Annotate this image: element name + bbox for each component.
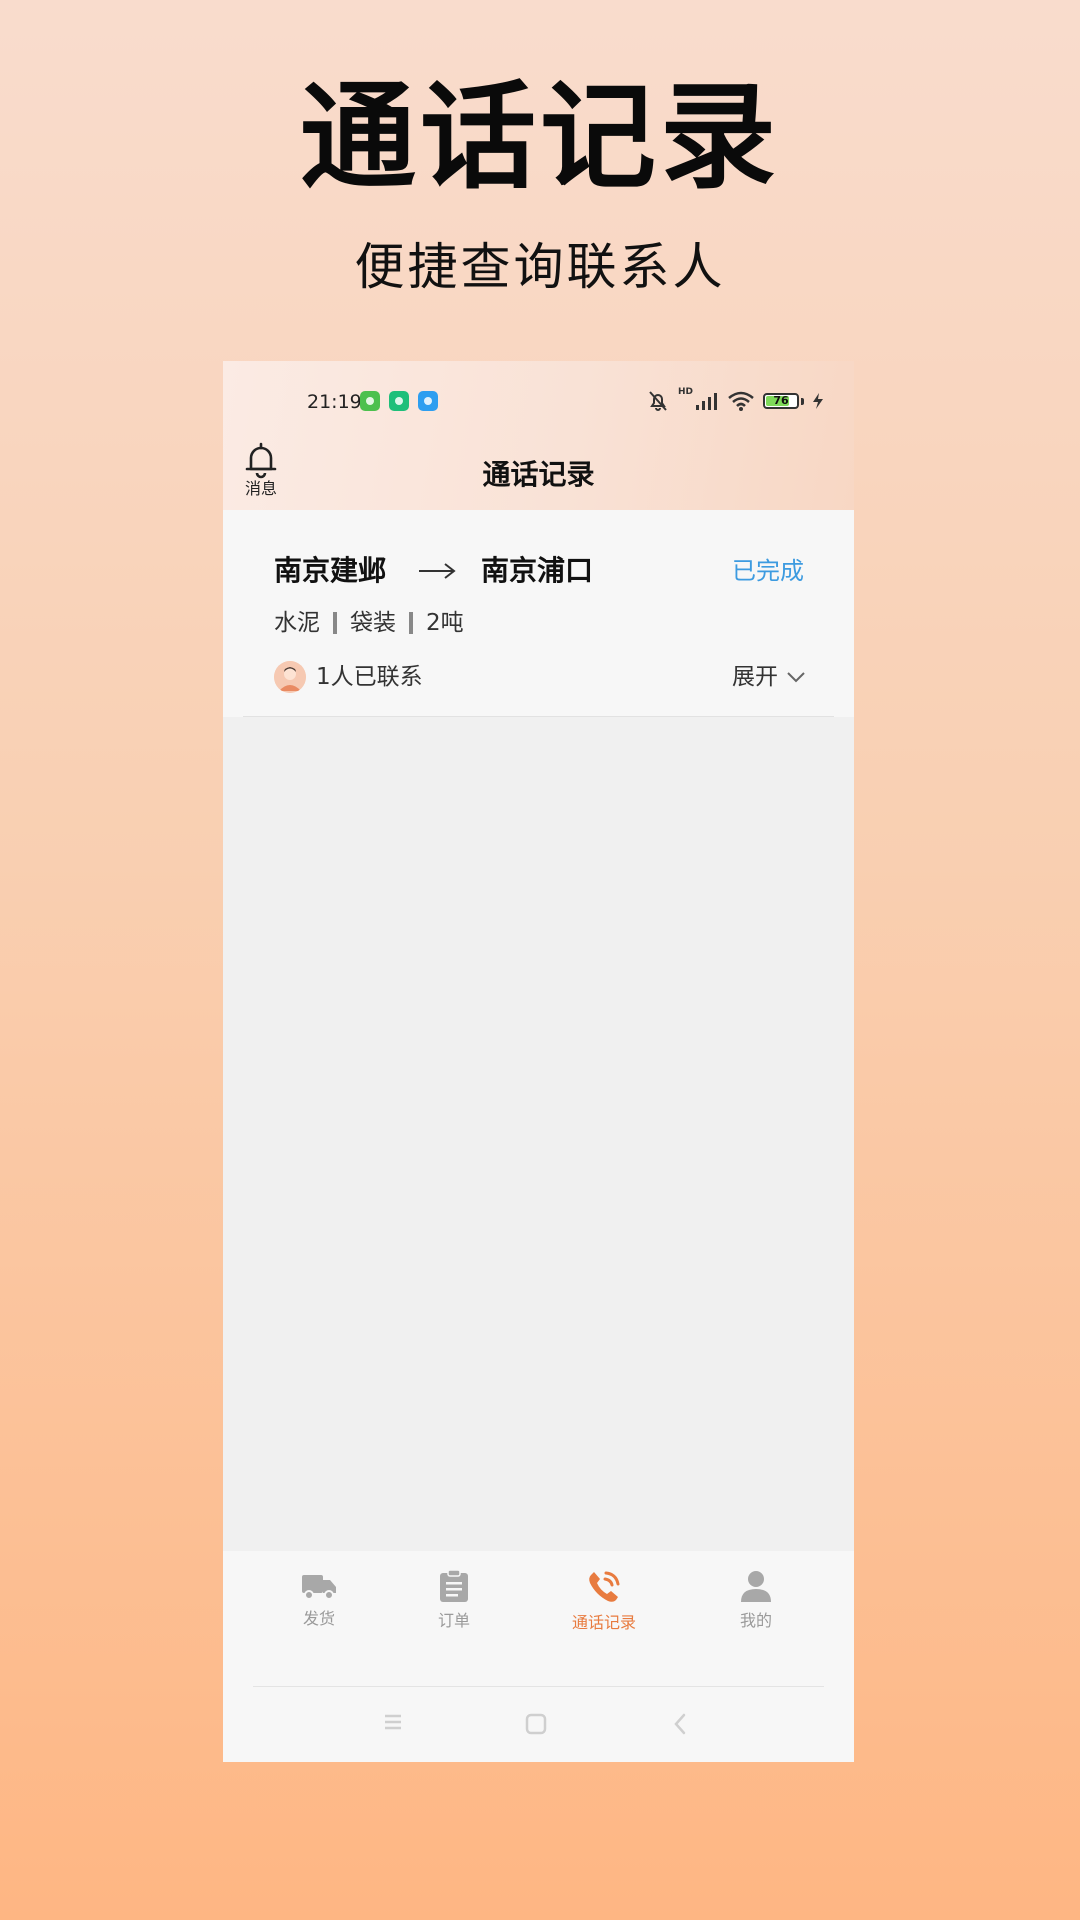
promo-title: 通话记录 — [300, 70, 780, 205]
battery-icon: 76 — [763, 393, 799, 409]
truck-icon — [302, 1575, 336, 1600]
arrow-right-icon — [419, 563, 456, 579]
cargo-type: 水泥 — [274, 610, 320, 636]
hd-label: HD — [677, 387, 693, 397]
cargo-weight: 2吨 — [426, 610, 464, 636]
mute-bell-icon — [649, 391, 667, 411]
tab-mine[interactable]: 我的 — [701, 1569, 811, 1649]
tab-mine-label: 我的 — [739, 1611, 772, 1630]
expand-button[interactable]: 展开 — [732, 660, 806, 694]
tab-call-records-label: 通话记录 — [571, 1613, 636, 1632]
driver-avatar-icon — [274, 661, 306, 693]
divider — [243, 716, 834, 717]
tab-ship[interactable]: 发货 — [264, 1569, 374, 1649]
battery-level: 76 — [773, 394, 789, 407]
divider — [253, 1686, 824, 1687]
phone-screen: 21:19 HD 76 消息 通话记录 南京建邺 南京浦口 已完成 水泥 袋装 … — [223, 361, 854, 1762]
status-badge: 已完成 — [732, 557, 804, 585]
status-icons: HD 76 — [646, 387, 824, 415]
security-app-icon — [389, 391, 409, 411]
home-icon[interactable] — [525, 1713, 547, 1735]
divider — [409, 612, 413, 634]
route-destination: 南京浦口 — [481, 554, 594, 587]
wifi-icon — [728, 391, 754, 411]
contacts-summary: 1人已联系 — [274, 660, 423, 694]
order-card[interactable]: 南京建邺 南京浦口 已完成 水泥 袋装 2吨 1人已联系 展开 — [223, 510, 854, 717]
charging-icon — [813, 393, 823, 409]
chat-app-icon — [418, 391, 438, 411]
avatar — [274, 661, 306, 693]
route-origin: 南京建邺 — [274, 554, 387, 587]
battery-tip — [801, 397, 804, 405]
status-time: 21:19 — [307, 391, 362, 413]
menu-icon[interactable] — [383, 1713, 403, 1731]
clipboard-icon — [440, 1569, 468, 1602]
contacts-count: 1人已联系 — [316, 664, 423, 690]
tab-call-records[interactable]: 通话记录 — [549, 1569, 659, 1649]
bottom-tab-bar: 发货 订单 通话记录 我的 — [223, 1551, 854, 1762]
tab-order[interactable]: 订单 — [399, 1569, 509, 1649]
wechat-app-icon — [360, 391, 380, 411]
promo-subtitle: 便捷查询联系人 — [354, 238, 726, 296]
tab-ship-label: 发货 — [302, 1609, 335, 1628]
cargo-info: 水泥 袋装 2吨 — [274, 606, 464, 640]
page-title: 通话记录 — [482, 458, 595, 491]
divider — [333, 612, 337, 634]
tab-order-label: 订单 — [437, 1611, 470, 1630]
header-area: 21:19 HD 76 消息 通话记录 — [223, 361, 854, 510]
phone-icon — [589, 1571, 620, 1602]
person-icon — [741, 1571, 771, 1602]
signal-icon — [696, 393, 717, 410]
expand-label: 展开 — [732, 664, 778, 690]
back-icon[interactable] — [673, 1713, 687, 1735]
chevron-down-icon — [787, 672, 805, 683]
cargo-packaging: 袋装 — [350, 610, 396, 636]
